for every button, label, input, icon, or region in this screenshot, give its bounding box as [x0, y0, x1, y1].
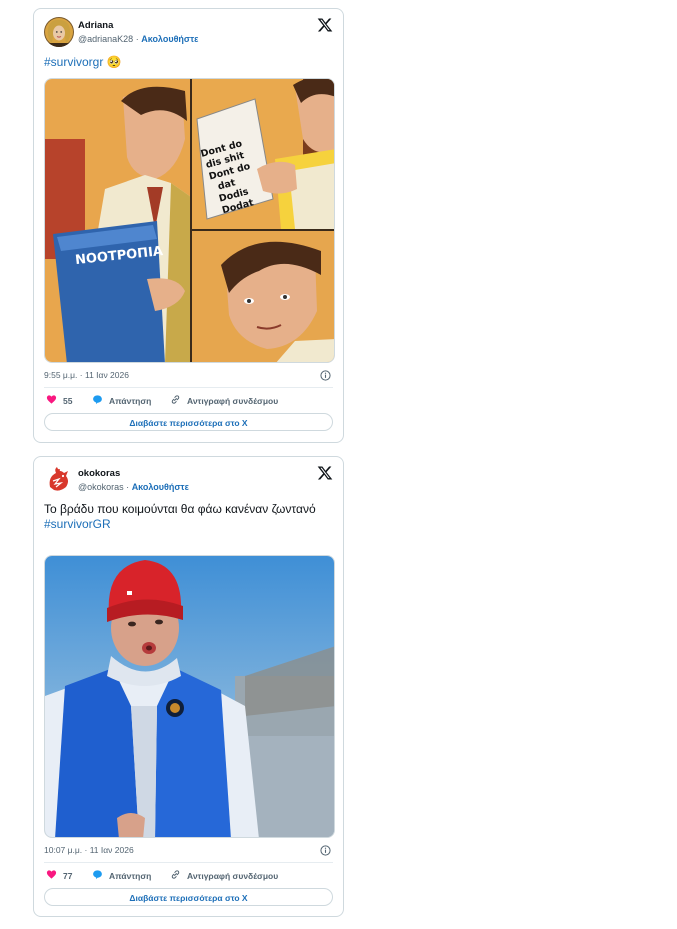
follow-link[interactable]: Ακολουθήστε [141, 34, 198, 44]
heart-icon [46, 394, 57, 407]
tweet-image[interactable] [44, 555, 335, 838]
tweet-card: Adriana @adrianaK28 · Ακολουθήστε #survi… [33, 8, 344, 443]
info-icon[interactable] [320, 845, 331, 856]
like-button[interactable]: 77 [46, 869, 72, 882]
hashtag-link[interactable]: #survivorGR [44, 517, 333, 532]
reply-label: Απάντηση [109, 395, 152, 406]
divider [44, 862, 333, 863]
tweet-text: Το βράδυ που κοιμούνται θα φάω κανέναν ζ… [44, 502, 333, 532]
heart-icon [46, 869, 57, 882]
like-count: 77 [63, 870, 73, 881]
emoji: 🥺 [106, 55, 122, 69]
like-button[interactable]: 55 [46, 394, 72, 407]
reply-button[interactable]: Απάντηση [92, 394, 151, 407]
tweet-body: Το βράδυ που κοιμούνται θα φάω κανέναν ζ… [44, 502, 316, 516]
reply-button[interactable]: Απάντηση [92, 869, 151, 882]
reply-bubble-icon [92, 869, 103, 882]
author-handle[interactable]: @okokoras [78, 482, 124, 492]
handle-row: @adrianaK28 · Ακολουθήστε [78, 34, 198, 44]
separator: · [126, 482, 130, 492]
tweet-text: #survivorgr 🥺 [44, 55, 333, 70]
x-logo-icon[interactable] [317, 465, 333, 481]
author-handle[interactable]: @adrianaK28 [78, 34, 133, 44]
info-icon[interactable] [320, 370, 331, 381]
read-more-button[interactable]: Διαβάστε περισσότερα στο X [44, 888, 333, 906]
separator: · [135, 34, 139, 44]
author-name[interactable]: okokoras [78, 468, 120, 479]
x-logo-icon[interactable] [317, 17, 333, 33]
tweet-actions: 77 Απάντηση Αντιγραφή συνδέσμου [46, 869, 333, 883]
reply-label: Απάντηση [109, 870, 152, 881]
copy-link-label: Αντιγραφή συνδέσμου [187, 870, 279, 881]
read-more-button[interactable]: Διαβάστε περισσότερα στο X [44, 413, 333, 431]
link-icon [170, 869, 181, 882]
copy-link-label: Αντιγραφή συνδέσμου [187, 395, 279, 406]
copy-link-button[interactable]: Αντιγραφή συνδέσμου [170, 869, 278, 882]
tweet-header: okokoras @okokoras · Ακολουθήστε [44, 465, 333, 499]
divider [44, 387, 333, 388]
timestamp[interactable]: 9:55 μ.μ. · 11 Ιαν 2026 [44, 370, 129, 380]
avatar[interactable] [44, 17, 74, 47]
copy-link-button[interactable]: Αντιγραφή συνδέσμου [170, 394, 278, 407]
tweet-actions: 55 Απάντηση Αντιγραφή συνδέσμου [46, 394, 333, 408]
tweet-meta: 9:55 μ.μ. · 11 Ιαν 2026 [44, 370, 333, 384]
hashtag-link[interactable]: #survivorgr [44, 55, 103, 69]
link-icon [170, 394, 181, 407]
tweet-card: okokoras @okokoras · Ακολουθήστε Το βράδ… [33, 456, 344, 917]
avatar[interactable] [44, 465, 74, 495]
tweet-image[interactable]: ΝΟΟΤΡΟΠΙΑ Dont do dis shit Dont do dat D… [44, 78, 335, 363]
reply-bubble-icon [92, 394, 103, 407]
timestamp[interactable]: 10:07 μ.μ. · 11 Ιαν 2026 [44, 845, 134, 855]
follow-link[interactable]: Ακολουθήστε [132, 482, 189, 492]
tweet-meta: 10:07 μ.μ. · 11 Ιαν 2026 [44, 845, 333, 859]
like-count: 55 [63, 395, 73, 406]
handle-row: @okokoras · Ακολουθήστε [78, 482, 189, 492]
author-name[interactable]: Adriana [78, 20, 113, 31]
tweet-header: Adriana @adrianaK28 · Ακολουθήστε [44, 17, 333, 51]
